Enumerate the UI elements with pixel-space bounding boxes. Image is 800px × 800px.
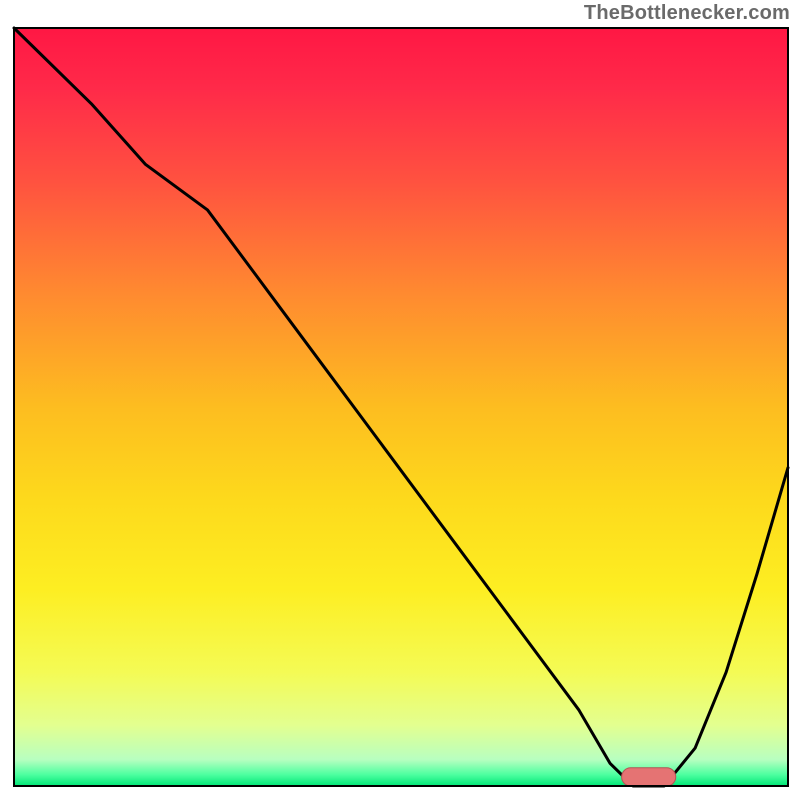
chart-container: TheBottlenecker.com [0, 0, 800, 800]
bottleneck-chart [0, 0, 800, 800]
optimum-marker [622, 768, 676, 786]
gradient-background [14, 28, 788, 786]
attribution-label: TheBottlenecker.com [584, 2, 790, 25]
